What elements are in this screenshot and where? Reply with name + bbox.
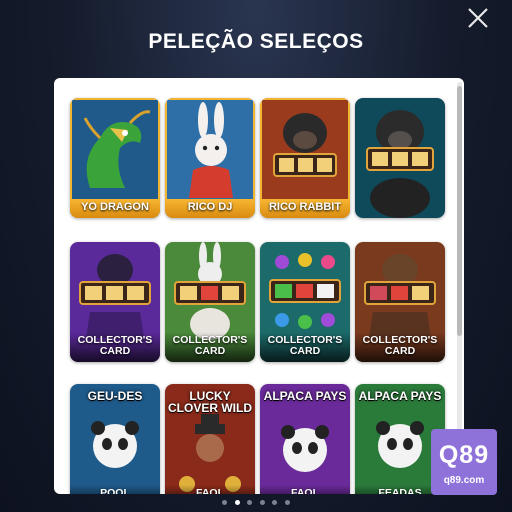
page-dot[interactable] bbox=[222, 500, 228, 505]
game-tile-collectors-card-2[interactable]: COLLECTOR'S CARD bbox=[165, 242, 255, 362]
game-tile-lucky-clover-wild[interactable]: LUCKY CLOVER WILD FAOL bbox=[165, 384, 255, 494]
game-tile-title: ALPACA PAYS bbox=[263, 389, 347, 403]
gorilla-art bbox=[355, 98, 445, 218]
game-tile-title: GEU-DES bbox=[87, 389, 143, 403]
game-tile-label: RICO RABBIT bbox=[260, 199, 350, 218]
page-dot[interactable] bbox=[247, 500, 253, 505]
watermark-logo: Q89 q89.com bbox=[431, 429, 497, 495]
game-tile-alpaca-pays-1[interactable]: ALPACA PAYS FAOL bbox=[260, 384, 350, 494]
watermark-url: q89.com bbox=[443, 475, 485, 486]
page-dot-active[interactable] bbox=[234, 500, 240, 505]
game-tile-title: ALPACA PAYS bbox=[358, 389, 442, 403]
game-tile-collectors-card-1[interactable]: COLLECTOR'S CARD bbox=[70, 242, 160, 362]
game-tile-panda-1[interactable]: GEU-DES POOL bbox=[70, 384, 160, 494]
scrollbar-thumb[interactable] bbox=[457, 86, 462, 336]
close-icon[interactable] bbox=[466, 6, 490, 30]
game-tile-rico-dj[interactable]: RICO DJ bbox=[165, 98, 255, 218]
game-tile-collectors-card-4[interactable]: COLLECTOR'S CARD bbox=[355, 242, 445, 362]
game-tile-label: COLLECTOR'S CARD bbox=[70, 332, 160, 362]
page-dot[interactable] bbox=[259, 500, 265, 505]
game-tile-label: COLLECTOR'S CARD bbox=[260, 332, 350, 362]
game-tile-collectors-card-3[interactable]: COLLECTOR'S CARD bbox=[260, 242, 350, 362]
page-dot[interactable] bbox=[284, 500, 290, 505]
game-grid-panel: YO DRAGON RICO DJ RICO RABBIT COLLECTOR'… bbox=[54, 78, 464, 494]
page-title: PELEÇÃO SELEÇOS bbox=[148, 30, 364, 53]
scrollbar[interactable] bbox=[457, 82, 462, 482]
game-tile-title: LUCKY CLOVER WILD bbox=[168, 389, 252, 415]
game-tile-label: YO DRAGON bbox=[70, 199, 160, 218]
page-dot[interactable] bbox=[272, 500, 278, 505]
game-tile-label: COLLECTOR'S CARD bbox=[165, 332, 255, 362]
game-tile-label: RICO DJ bbox=[165, 199, 255, 218]
game-tile-rico-rabbit[interactable]: RICO RABBIT bbox=[260, 98, 350, 218]
game-tile-gorilla-slot[interactable] bbox=[355, 98, 445, 218]
game-tile-label: COLLECTOR'S CARD bbox=[355, 332, 445, 362]
watermark-text: Q89 bbox=[438, 441, 490, 469]
game-tile-yo-dragon[interactable]: YO DRAGON bbox=[70, 98, 160, 218]
